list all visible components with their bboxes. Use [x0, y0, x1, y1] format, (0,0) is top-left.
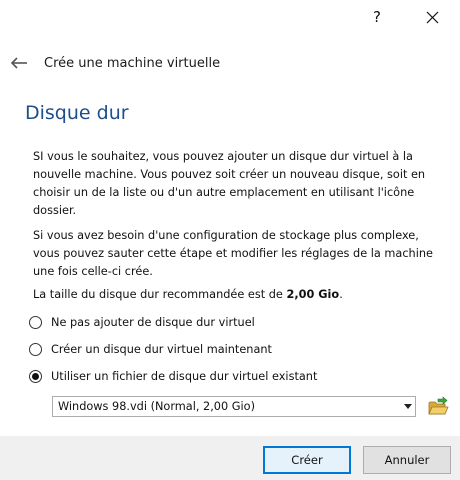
option-use-existing[interactable]: Utiliser un fichier de disque dur virtue…: [29, 370, 317, 383]
storage-note-paragraph: Si vous avez besoin d'une configuration …: [33, 229, 433, 278]
recommended-size-value: 2,00 Gio: [286, 288, 340, 301]
close-icon: [426, 11, 438, 23]
page-title: Disque dur: [25, 102, 129, 124]
help-button[interactable]: ?: [360, 2, 394, 32]
option-no-disk-label: Ne pas ajouter de disque dur virtuel: [51, 316, 255, 329]
create-button[interactable]: Créer: [263, 446, 351, 474]
recommended-size-text: La taille du disque dur recommandée est …: [33, 286, 443, 304]
arrow-left-icon: [10, 57, 27, 69]
radio-use-existing[interactable]: [29, 370, 42, 383]
close-button[interactable]: [415, 2, 449, 32]
disk-file-select-value: Windows 98.vdi (Normal, 2,00 Gio): [58, 400, 255, 413]
option-use-existing-label: Utiliser un fichier de disque dur virtue…: [51, 370, 318, 383]
chevron-down-icon: [401, 404, 415, 409]
wizard-header: Crée une machine virtuelle: [8, 50, 220, 76]
choose-disk-file-button[interactable]: [427, 396, 449, 418]
folder-open-icon: [428, 396, 449, 415]
option-create-disk[interactable]: Créer un disque dur virtuel maintenant: [29, 343, 272, 356]
recommended-prefix: La taille du disque dur recommandée est …: [33, 288, 287, 301]
intro-paragraph: SI vous le souhaitez, vous pouvez ajoute…: [33, 150, 426, 217]
radio-no-disk[interactable]: [29, 316, 42, 329]
title-bar: ?: [0, 0, 460, 36]
radio-create-disk[interactable]: [29, 343, 42, 356]
option-no-disk[interactable]: Ne pas ajouter de disque dur virtuel: [29, 316, 255, 329]
option-create-disk-label: Créer un disque dur virtuel maintenant: [51, 343, 272, 356]
wizard-title: Crée une machine virtuelle: [44, 55, 221, 71]
help-icon: ?: [373, 8, 381, 26]
disk-file-select[interactable]: Windows 98.vdi (Normal, 2,00 Gio): [52, 396, 416, 417]
cancel-button[interactable]: Annuler: [363, 446, 451, 474]
recommended-suffix: .: [339, 288, 343, 301]
back-button[interactable]: [8, 52, 30, 74]
